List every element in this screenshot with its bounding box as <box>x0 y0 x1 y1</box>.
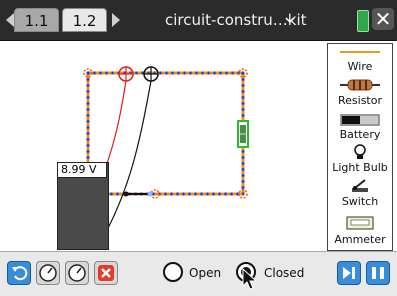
reset-arrow-icon <box>12 266 28 281</box>
close-icon[interactable]: ✕ <box>372 8 394 30</box>
palette-label-battery: Battery <box>339 128 381 141</box>
gauge-icon <box>39 264 57 282</box>
delete-x-icon <box>98 265 114 281</box>
palette-item-ammeter[interactable]: Ammeter <box>328 216 392 250</box>
chevron-down-icon[interactable] <box>285 15 295 25</box>
palette-item-switch[interactable]: Switch <box>328 178 392 212</box>
palette-item-resistor[interactable]: Resistor <box>328 78 392 110</box>
app-root: 1.1 1.2 circuit-constru…kit ✕ 8.99 V Wir… <box>0 0 397 296</box>
voltmeter-tool-button[interactable] <box>36 261 60 285</box>
component-palette: Wire Resistor Battery Light Bulb Switch … <box>327 43 393 251</box>
pause-icon <box>372 267 384 279</box>
switch-icon <box>352 179 368 192</box>
pause-button[interactable] <box>366 261 390 285</box>
ammeter-tool-button[interactable] <box>65 261 89 285</box>
top-tab-bar: 1.1 1.2 circuit-constru…kit ✕ <box>0 0 397 41</box>
bottom-toolbar: Open Closed <box>0 251 397 296</box>
gauge-icon <box>68 264 86 282</box>
ammeter-icon <box>346 216 374 230</box>
step-forward-button[interactable] <box>337 261 361 285</box>
resistor-icon <box>340 79 380 91</box>
circuit-canvas[interactable] <box>0 41 322 249</box>
switch-open-label: Open <box>189 266 222 280</box>
step-forward-icon <box>343 267 355 279</box>
next-page-arrow-icon[interactable] <box>112 13 120 27</box>
switch-open-radio[interactable] <box>163 262 183 282</box>
voltmeter-reading: 8.99 V <box>57 162 107 178</box>
delete-button[interactable] <box>94 261 118 285</box>
device-battery-icon <box>357 10 369 32</box>
palette-label-switch: Switch <box>341 195 379 208</box>
palette-label-light-bulb: Light Bulb <box>332 161 388 174</box>
battery-component[interactable] <box>237 120 249 148</box>
previous-page-arrow-icon[interactable] <box>6 13 14 27</box>
switch-component[interactable] <box>123 191 153 197</box>
reset-button[interactable] <box>7 261 31 285</box>
palette-item-battery[interactable]: Battery <box>328 114 392 144</box>
circuit-diagram <box>69 66 249 244</box>
light-bulb-icon <box>354 144 366 159</box>
wire-icon <box>340 51 380 53</box>
palette-label-ammeter: Ammeter <box>334 233 386 246</box>
palette-item-light-bulb[interactable]: Light Bulb <box>328 144 392 176</box>
battery-icon <box>340 114 380 126</box>
tab-page-1-2[interactable]: 1.2 <box>62 8 107 32</box>
mouse-pointer-icon <box>242 268 258 290</box>
palette-item-wire[interactable]: Wire <box>328 48 392 76</box>
switch-closed-label: Closed <box>264 266 305 280</box>
palette-label-resistor: Resistor <box>338 94 382 107</box>
tab-page-1-1[interactable]: 1.1 <box>14 8 59 32</box>
palette-label-wire: Wire <box>347 60 373 73</box>
